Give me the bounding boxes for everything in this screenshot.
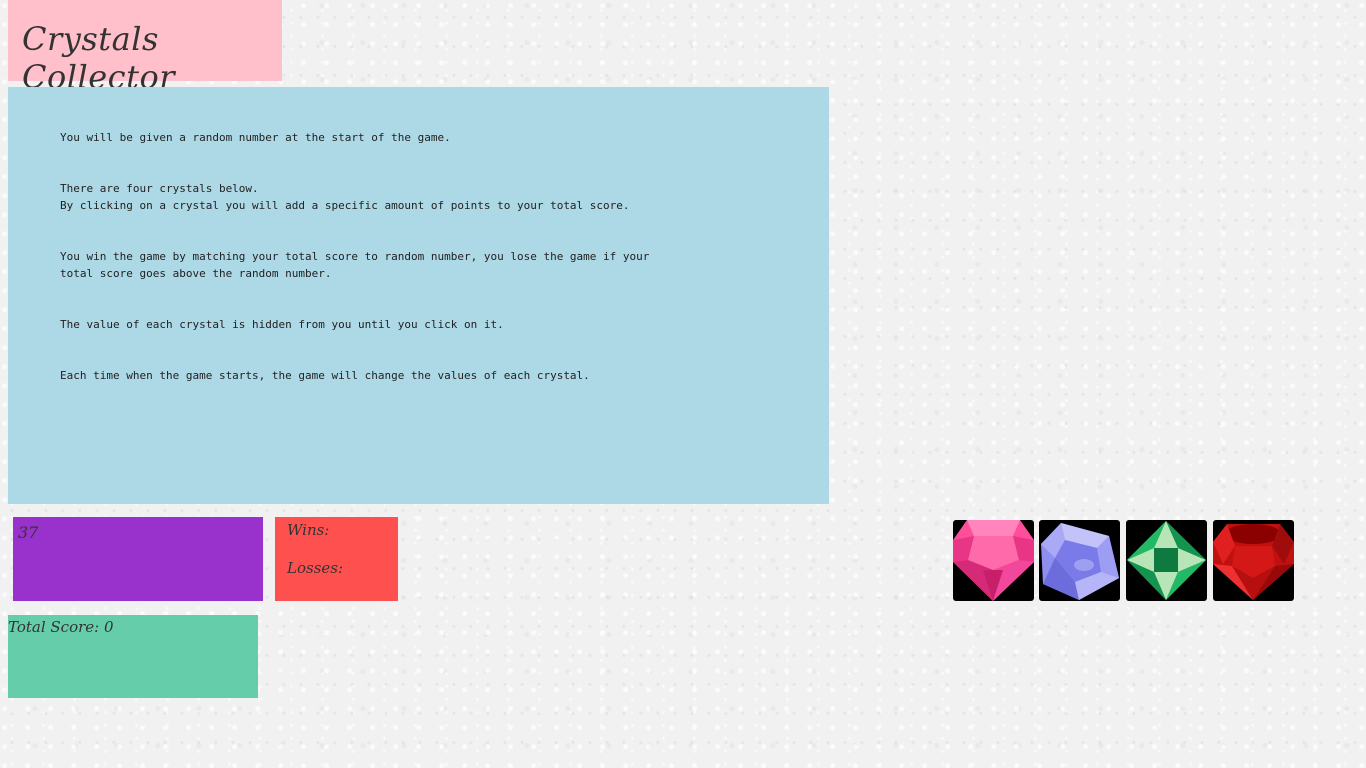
pink-crystal[interactable]: [953, 520, 1034, 601]
green-crystal[interactable]: [1126, 520, 1207, 601]
red-crystal[interactable]: [1213, 520, 1294, 601]
green-gem-icon: [1127, 521, 1206, 600]
game-title: Crystals Collector: [22, 20, 175, 96]
red-gem-icon: [1213, 524, 1294, 600]
total-score-panel: Total Score: 0: [8, 615, 258, 698]
total-score: Total Score: 0: [8, 618, 114, 636]
wins-label: Wins:: [287, 521, 330, 539]
random-number: 37: [18, 523, 39, 542]
title-banner: Crystals Collector: [8, 0, 282, 96]
blue-gem-icon: [1041, 523, 1119, 600]
rules-text: You will be given a random number at the…: [60, 131, 650, 382]
blue-crystal[interactable]: [1039, 520, 1120, 601]
random-number-panel: 37: [13, 517, 263, 601]
pink-gem-icon: [953, 520, 1034, 601]
win-loss-panel: Wins: Losses:: [275, 517, 398, 601]
losses-label: Losses:: [287, 559, 344, 577]
rules-panel: You will be given a random number at the…: [8, 87, 829, 504]
